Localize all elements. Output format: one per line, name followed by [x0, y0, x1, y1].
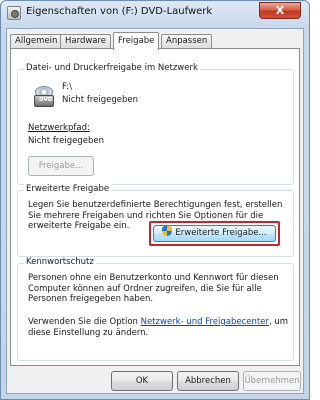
network-path-label: Netzwerkpfad:	[28, 123, 90, 133]
drive-share-status: Nicht freigegeben	[62, 95, 138, 105]
password-protection-group-title: Kennwortschutz	[24, 257, 96, 267]
password-protection-group: Kennwortschutz Personen ohne ein Benutze…	[17, 257, 294, 361]
dvd-drive-icon: DVD	[34, 86, 54, 110]
password-protection-hint: Verwenden Sie die Option Netzwerk- und F…	[28, 317, 290, 338]
tab-freigabe[interactable]: Freigabe	[113, 32, 160, 50]
advanced-sharing-group-title: Erweiterte Freigabe	[24, 184, 112, 194]
title-bar[interactable]: Eigenschaften von (F:) DVD-Laufwerk X	[1, 1, 309, 25]
dialog-client-area: Allgemein Hardware Freigabe Anpassen Dat…	[6, 28, 304, 394]
properties-window: Eigenschaften von (F:) DVD-Laufwerk X Al…	[0, 0, 310, 400]
close-button[interactable]: X	[259, 2, 301, 19]
share-button[interactable]: Freigabe...	[28, 156, 94, 176]
network-sharing-center-link[interactable]: Netzwerk- und Freigabecenter	[141, 317, 269, 327]
dvd-drive-icon	[7, 6, 21, 20]
network-path-value: Nicht freigegeben	[28, 136, 104, 146]
cancel-button[interactable]: Abbrechen	[177, 371, 239, 391]
window-title: Eigenschaften von (F:) DVD-Laufwerk	[26, 6, 213, 17]
password-protection-description: Personen ohne ein Benutzerkonto und Kenn…	[28, 273, 279, 304]
tab-allgemein[interactable]: Allgemein	[10, 34, 63, 49]
apply-button[interactable]: Übernehmen	[243, 371, 301, 391]
tab-hardware[interactable]: Hardware	[60, 34, 112, 49]
tab-anpassen[interactable]: Anpassen	[161, 34, 213, 49]
highlight-frame	[149, 221, 280, 246]
drive-path: F:\	[62, 82, 72, 92]
sharing-tab-panel: Datei- und Druckerfreigabe im Netzwerk D…	[10, 48, 300, 366]
dvd-icon-label: DVD	[39, 97, 53, 103]
hint-prefix: Verwenden Sie die Option	[28, 317, 141, 327]
network-sharing-group-title: Datei- und Druckerfreigabe im Netzwerk	[24, 63, 200, 73]
ok-button[interactable]: OK	[111, 371, 173, 391]
network-sharing-group: Datei- und Druckerfreigabe im Netzwerk D…	[17, 63, 294, 185]
